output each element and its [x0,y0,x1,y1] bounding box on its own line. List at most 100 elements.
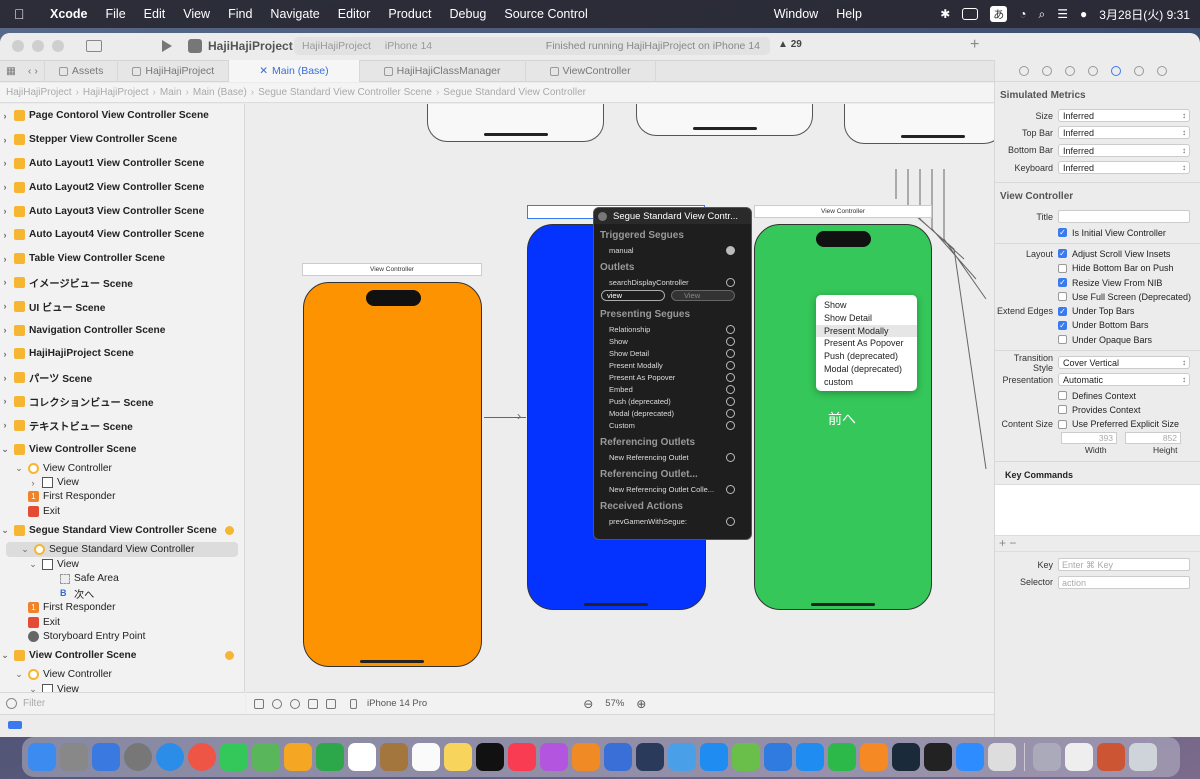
appearance-icon[interactable] [272,698,282,709]
calculator-icon[interactable] [988,743,1016,771]
safari-icon[interactable] [156,743,184,771]
scene-row[interactable]: ⌄ View Controller Scene [0,437,244,461]
notes-icon[interactable] [444,743,472,771]
scene-row[interactable]: ⌄ View Controller Scene [0,644,244,668]
github-desktop-icon[interactable] [892,743,920,771]
library-add-button[interactable]: + [970,36,979,54]
textedit-icon[interactable] [1065,743,1093,771]
bottombar-select[interactable]: Inferred [1058,143,1190,157]
presenting-segue[interactable]: Embed [594,383,751,395]
connection-dot-icon[interactable] [726,396,735,406]
outline-first-responder[interactable]: 1 First Responder [0,490,244,504]
debug-indicator-icon[interactable] [8,721,22,729]
connection-dot-icon[interactable] [726,245,735,255]
scene-row[interactable]: › Auto Layout2 View Controller Scene [0,175,244,199]
chevron-right-icon[interactable]: › [0,230,10,240]
chevron-down-icon[interactable]: ⌄ [0,650,10,661]
vc-label-left[interactable]: View Controller [302,263,482,276]
apple-tv-icon[interactable] [476,743,504,771]
jump-vc[interactable]: Segue Standard View Controller [443,87,586,98]
outline-first-responder[interactable]: 1 First Responder [0,600,244,614]
messages-icon[interactable] [220,743,248,771]
scene-row[interactable]: › パーツ Scene [0,366,244,390]
connection-dot-icon[interactable] [726,384,735,394]
tab-class-manager[interactable]: HajiHajiClassManager [360,60,526,82]
orientation-icon[interactable] [308,698,318,709]
photos-icon[interactable] [284,743,312,771]
minimize-window-button[interactable] [32,40,44,52]
reminders-icon[interactable] [412,743,440,771]
segue-menu-item[interactable]: Push (deprecated) [816,350,917,363]
chevron-right-icon[interactable]: › [0,158,10,168]
scene-frame-top[interactable] [844,104,994,144]
scene-frame-top[interactable] [636,104,813,136]
chrome-icon[interactable] [188,743,216,771]
connection-dot-icon[interactable] [726,360,735,370]
topbar-select[interactable]: Inferred [1058,126,1190,140]
layout-icon[interactable] [326,698,336,709]
chevron-right-icon[interactable]: › [0,135,10,145]
vscode-icon[interactable] [764,743,792,771]
chevron-down-icon[interactable]: ⌄ [14,669,24,680]
outline-view[interactable]: ⌄ View [0,682,244,692]
outline-vc[interactable]: ⌄ View Controller [0,461,244,475]
outline-toggle-icon[interactable] [254,698,264,709]
outline-segue-vc-selected[interactable]: ⌄ Segue Standard View Controller [6,542,238,558]
filter-input[interactable]: Filter [23,698,45,709]
chevron-right-icon[interactable]: › [0,396,10,406]
hide-bottom-checkbox[interactable] [1058,263,1067,273]
chevron-right-icon[interactable]: › [0,349,10,359]
scene-row[interactable]: › HajiHajiProject Scene [0,342,244,366]
connection-dot-icon[interactable] [726,277,735,287]
under-top-checkbox[interactable]: ✓ [1058,306,1067,316]
zoom-in-icon[interactable]: ⊕ [636,697,646,711]
connection-outlet[interactable]: searchDisplayController [594,276,751,288]
menu-help[interactable]: Help [836,7,862,21]
orange-phone-scene[interactable] [303,282,482,667]
menu-edit[interactable]: Edit [144,7,166,21]
chevron-right-icon[interactable]: › [28,478,38,488]
tab-project[interactable]: HajiHajiProject [118,60,230,82]
jump-folder[interactable]: HajiHajiProject [83,87,149,98]
outline-view[interactable]: › View [0,475,244,489]
presentation-select[interactable]: Automatic [1058,373,1190,387]
initial-vc-checkbox[interactable]: ✓ [1058,228,1067,238]
chevron-down-icon[interactable]: ⌄ [20,544,30,555]
warning-count[interactable]: ▲ 29 [778,39,802,50]
system-settings-icon[interactable] [124,743,152,771]
connection-dot-icon[interactable] [726,408,735,418]
tab-main-storyboard[interactable]: ✕ Main (Base) [229,60,360,82]
script-editor-icon[interactable] [732,743,760,771]
presenting-segue[interactable]: Present As Popover [594,371,751,383]
jump-scene[interactable]: Segue Standard View Controller Scene [258,87,432,98]
keynote-icon[interactable] [796,743,824,771]
resize-nib-checkbox[interactable]: ✓ [1058,278,1067,288]
menu-window[interactable]: Window [774,7,818,21]
xcode-icon[interactable] [604,743,632,771]
finder-icon[interactable] [28,743,56,771]
zoom-level[interactable]: 57% [605,698,624,709]
scene-row[interactable]: › Page Contorol View Controller Scene [0,104,244,128]
connection-dot-icon[interactable] [726,348,735,358]
presenting-segue[interactable]: Custom [594,419,751,431]
preview-icon[interactable] [1033,743,1061,771]
terminal-icon[interactable] [924,743,952,771]
connection-dot-icon[interactable] [726,324,735,334]
close-window-button[interactable] [12,40,24,52]
segue-menu-item[interactable]: Modal (deprecated) [816,363,917,376]
segue-menu-item[interactable]: Show Detail [816,312,917,325]
connection-action[interactable]: prevGamenWithSegue: [594,515,751,527]
presenting-segue[interactable]: Modal (deprecated) [594,407,751,419]
tab-viewcontroller[interactable]: ViewController [526,60,656,82]
outline-exit[interactable]: Exit [0,615,244,629]
prev-button-label[interactable]: 前へ [828,409,856,429]
close-icon[interactable] [598,211,607,221]
segue-menu-item[interactable]: Show [816,299,917,312]
menu-file[interactable]: File [106,7,126,21]
defines-context-checkbox[interactable] [1058,391,1067,401]
connection-dot-icon[interactable] [726,336,735,346]
segue-type-menu[interactable]: Show Show Detail Present Modally Present As… [816,295,917,391]
segue-menu-item[interactable]: Present Modally [816,324,917,338]
connection-dot-icon[interactable] [726,516,735,526]
connection-view-outlet[interactable]: view View [601,290,741,301]
